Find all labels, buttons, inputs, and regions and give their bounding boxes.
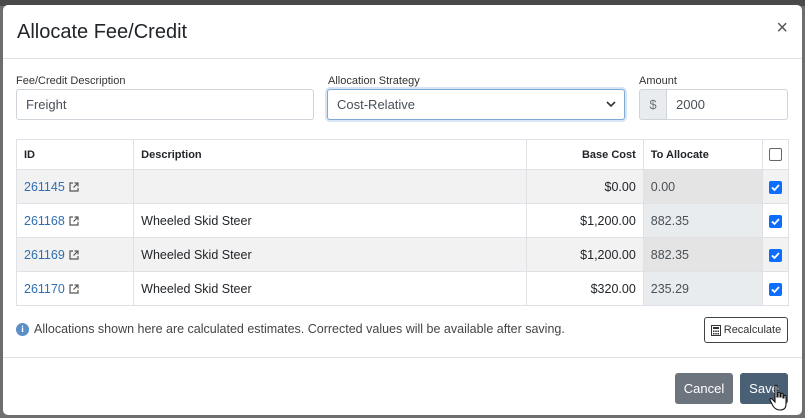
cell-base-cost: $320.00 [525, 271, 644, 306]
description-input[interactable]: Freight [16, 89, 314, 120]
strategy-label: Allocation Strategy [328, 75, 420, 87]
external-link-icon[interactable] [69, 249, 79, 260]
allocation-table: ID Description Base Cost To Allocate 261… [15, 139, 790, 306]
table-header-row: ID Description Base Cost To Allocate [15, 139, 790, 170]
cell-description: Wheeled Skid Steer [133, 237, 527, 272]
recalculate-label: Recalculate [723, 324, 782, 336]
col-description: Description [133, 139, 527, 170]
hand-cursor-icon [769, 384, 787, 411]
cell-description: Wheeled Skid Steer [133, 203, 527, 238]
strategy-select[interactable]: Cost-Relative [327, 89, 625, 120]
row-checkbox[interactable] [768, 282, 782, 296]
cell-description: Wheeled Skid Steer [133, 271, 527, 306]
amount-input[interactable]: 2000 [666, 89, 788, 120]
cancel-button[interactable]: Cancel [675, 373, 733, 404]
info-icon: i [16, 322, 29, 336]
cell-base-cost: $1,200.00 [525, 237, 644, 272]
cell-to-allocate[interactable]: 235.29 [642, 271, 763, 306]
item-id-link[interactable]: 261145 [24, 180, 65, 194]
row-checkbox[interactable] [768, 214, 782, 228]
item-id-link[interactable]: 261170 [24, 282, 65, 296]
table-row: 261145 $0.00 0.00 [15, 169, 790, 204]
cell-to-allocate[interactable]: 882.35 [642, 237, 763, 272]
amount-label: Amount [639, 75, 677, 87]
col-select-all [761, 139, 790, 170]
row-checkbox[interactable] [768, 180, 782, 194]
recalculate-button[interactable]: Recalculate [704, 317, 788, 343]
cell-select [761, 237, 790, 272]
item-id-link[interactable]: 261168 [24, 214, 65, 228]
table-row: 261169 Wheeled Skid Steer $1,200.00 882.… [15, 237, 790, 272]
select-all-checkbox[interactable] [768, 148, 782, 161]
close-button[interactable]: × [776, 18, 788, 38]
cell-base-cost: $1,200.00 [525, 203, 644, 238]
strategy-select-value: Cost-Relative [337, 97, 416, 112]
calculator-icon [710, 324, 721, 336]
modal-footer: Cancel Save [3, 357, 802, 415]
description-label: Fee/Credit Description [16, 75, 126, 87]
estimate-notice: i Allocations shown here are calculated … [16, 322, 565, 336]
external-link-icon[interactable] [69, 215, 79, 226]
allocate-fee-modal: Allocate Fee/Credit × Fee/Credit Descrip… [3, 5, 802, 415]
cell-id: 261169 [15, 237, 135, 272]
notice-text: Allocations shown here are calculated es… [34, 322, 565, 336]
chevron-down-icon [606, 101, 616, 108]
cell-id: 261168 [15, 203, 135, 238]
col-id: ID [15, 139, 135, 170]
currency-prefix: $ [639, 89, 667, 120]
cell-select [761, 169, 790, 204]
cell-description [133, 169, 527, 204]
cell-id: 261170 [15, 271, 135, 306]
row-checkbox[interactable] [768, 248, 782, 262]
item-id-link[interactable]: 261169 [24, 248, 65, 262]
modal-header: Allocate Fee/Credit × [3, 5, 802, 59]
table-row: 261168 Wheeled Skid Steer $1,200.00 882.… [15, 203, 790, 238]
col-to-allocate: To Allocate [642, 139, 763, 170]
cell-id: 261145 [15, 169, 135, 204]
cell-to-allocate[interactable]: 0.00 [642, 169, 763, 204]
cell-select [761, 203, 790, 238]
cell-base-cost: $0.00 [525, 169, 644, 204]
table-row: 261170 Wheeled Skid Steer $320.00 235.29 [15, 271, 790, 306]
col-base-cost: Base Cost [525, 139, 644, 170]
external-link-icon[interactable] [69, 283, 79, 294]
modal-title: Allocate Fee/Credit [17, 21, 188, 43]
cell-to-allocate[interactable]: 882.35 [642, 203, 763, 238]
external-link-icon[interactable] [69, 181, 79, 192]
cell-select [761, 271, 790, 306]
